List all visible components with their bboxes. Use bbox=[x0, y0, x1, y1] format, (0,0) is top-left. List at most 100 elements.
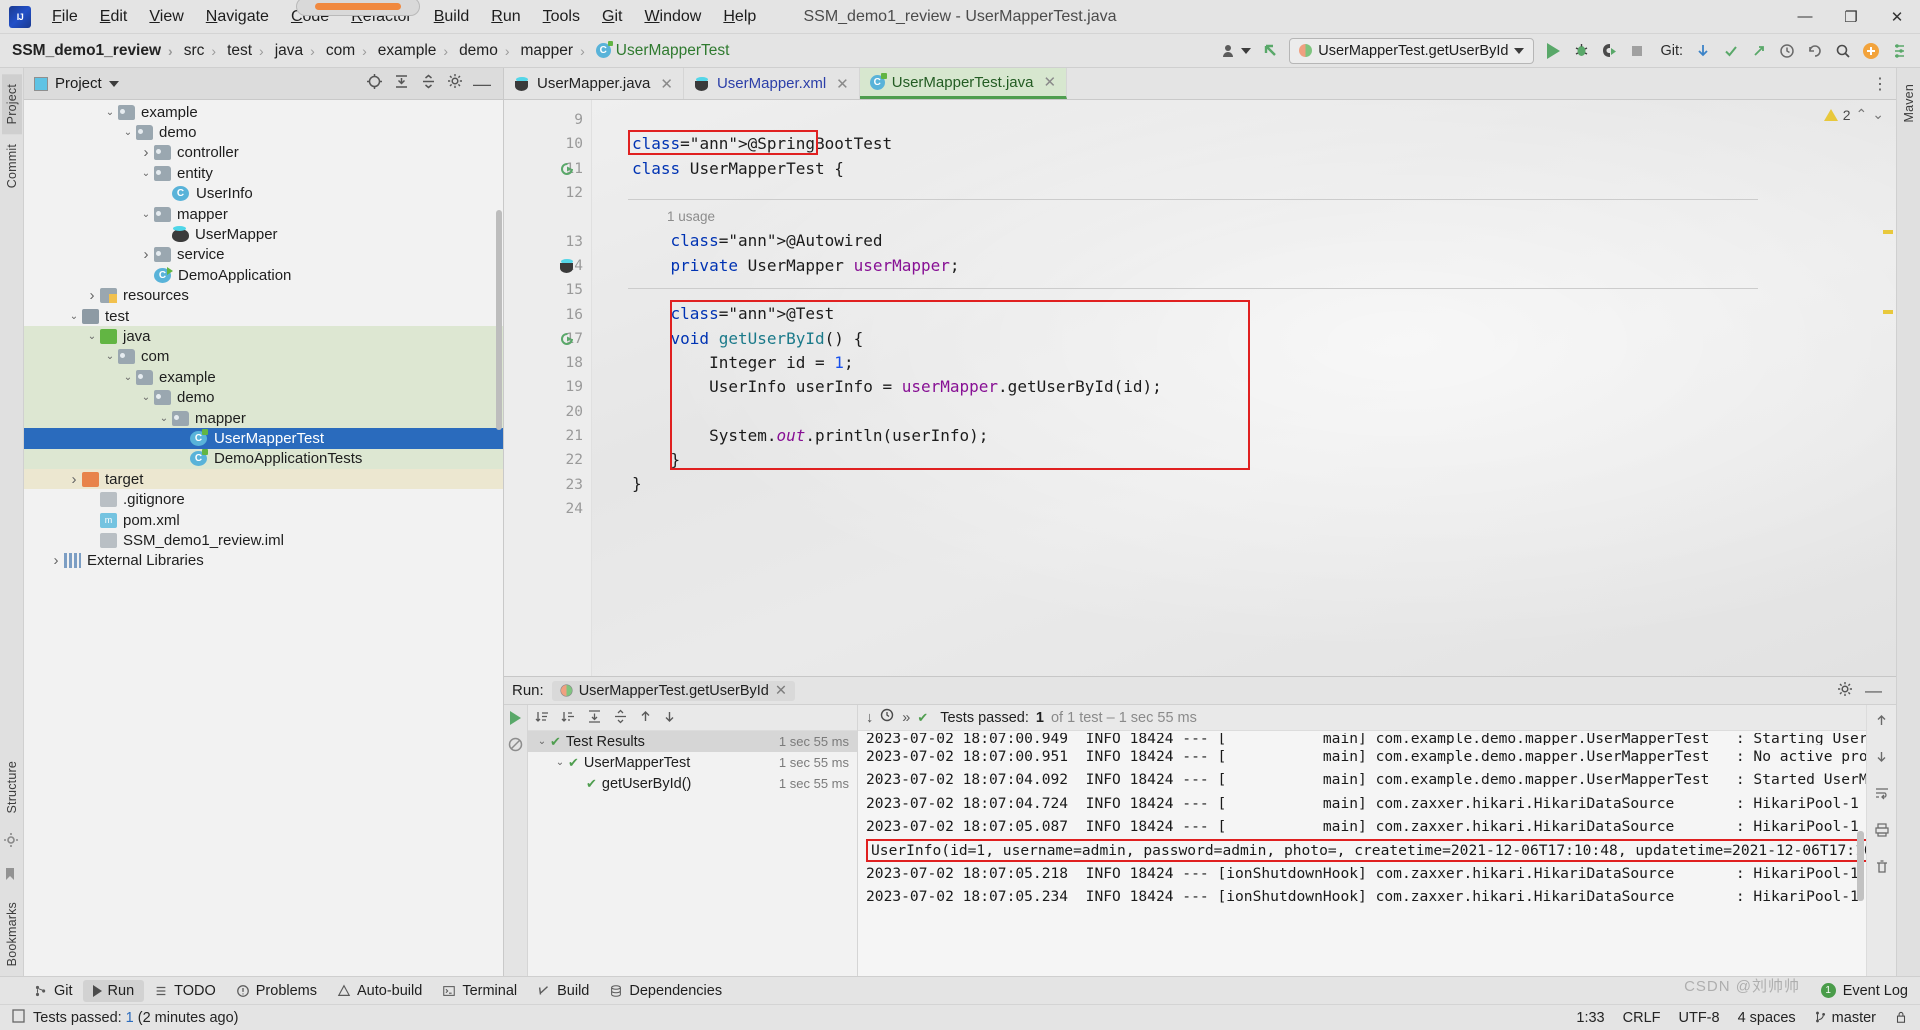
tree-item-service[interactable]: › service bbox=[24, 245, 503, 265]
tree-item-controller[interactable]: › controller bbox=[24, 143, 503, 163]
expand-collapse-icon[interactable] bbox=[420, 73, 437, 95]
tree-item-mapper[interactable]: ⌄ mapper bbox=[24, 204, 503, 224]
menu-tools[interactable]: Tools bbox=[532, 4, 591, 30]
chevron-down-icon[interactable]: ⌄ bbox=[534, 736, 550, 747]
event-log-button[interactable]: 1 Event Log bbox=[1820, 983, 1920, 999]
project-tree-scrollbar[interactable] bbox=[496, 210, 502, 430]
menu-build[interactable]: Build bbox=[423, 4, 481, 30]
run-gutter-icon[interactable] bbox=[560, 331, 575, 346]
chevron-right-icon[interactable]: › bbox=[138, 144, 154, 161]
editor-marker-warning[interactable] bbox=[1883, 230, 1893, 234]
tree-item-demo[interactable]: ⌄ demo bbox=[24, 387, 503, 408]
chevron-right-icon[interactable]: › bbox=[84, 287, 100, 304]
breadcrumb-item-7[interactable]: mapper › bbox=[519, 40, 594, 62]
run-gutter-icon[interactable] bbox=[560, 161, 575, 176]
toolwindow-run[interactable]: Run bbox=[82, 979, 145, 1002]
tree-item-demo[interactable]: ⌄ demo bbox=[24, 122, 503, 142]
collapse-all-icon[interactable] bbox=[393, 73, 410, 95]
maximize-button[interactable]: ❐ bbox=[1828, 0, 1874, 34]
sidebar-item-structure[interactable]: Structure bbox=[2, 751, 22, 824]
chevron-down-icon[interactable]: ⌄ bbox=[120, 127, 136, 138]
chevron-down-icon[interactable]: ⌄ bbox=[156, 413, 172, 424]
console-scrollbar[interactable] bbox=[1857, 831, 1864, 901]
close-icon[interactable]: ✕ bbox=[1043, 73, 1056, 91]
sort-duration-icon[interactable] bbox=[561, 709, 576, 727]
tree-item-test[interactable]: ⌄ test bbox=[24, 306, 503, 326]
tree-item-mapper[interactable]: ⌄ mapper bbox=[24, 407, 503, 429]
tab-usermapper-xml[interactable]: UserMapper.xml ✕ bbox=[684, 68, 860, 99]
search-icon[interactable] bbox=[1830, 38, 1856, 64]
tree-item-demoapplicationtests[interactable]: C DemoApplicationTests bbox=[24, 448, 503, 470]
chevron-down-icon[interactable]: ⌄ bbox=[138, 168, 154, 179]
project-panel-title-group[interactable]: Project bbox=[30, 75, 119, 92]
user-icon[interactable] bbox=[1218, 38, 1255, 64]
back-arrow-icon[interactable] bbox=[1257, 38, 1283, 64]
breadcrumb-item-1[interactable]: src › bbox=[182, 40, 225, 62]
indent-setting[interactable]: 4 spaces bbox=[1738, 1010, 1796, 1026]
rerun-icon[interactable] bbox=[510, 711, 521, 725]
chevron-down-icon[interactable]: ⌄ bbox=[1872, 106, 1884, 123]
soft-wrap-icon[interactable] bbox=[1874, 785, 1890, 806]
tree-item-com[interactable]: ⌄ com bbox=[24, 346, 503, 368]
settings-gear-icon[interactable] bbox=[3, 832, 21, 850]
toolwindow-git[interactable]: Git bbox=[24, 980, 83, 1002]
test-tree-item[interactable]: ⌄ ✔ Test Results 1 sec 55 ms bbox=[528, 731, 857, 752]
plus-icon[interactable] bbox=[1858, 38, 1884, 64]
tree-item-usermapper[interactable]: UserMapper bbox=[24, 224, 503, 244]
sidebar-item-project[interactable]: Project bbox=[1, 74, 22, 135]
chevron-down-icon[interactable]: ⌄ bbox=[120, 372, 136, 383]
next-failed-icon[interactable] bbox=[663, 710, 676, 726]
menu-edit[interactable]: Edit bbox=[89, 4, 139, 30]
tree-item-pom-xml[interactable]: m pom.xml bbox=[24, 510, 503, 530]
settings-icon[interactable] bbox=[1886, 38, 1912, 64]
clear-all-icon[interactable] bbox=[1874, 859, 1890, 880]
toolwindow-dependencies[interactable]: Dependencies bbox=[599, 980, 732, 1002]
test-tree-item[interactable]: ⌄ ✔ UserMapperTest 1 sec 55 ms bbox=[528, 752, 857, 773]
breadcrumb-item-3[interactable]: java › bbox=[273, 40, 324, 62]
tree-item-java[interactable]: ⌄ java bbox=[24, 326, 503, 347]
tab-usermapper-java[interactable]: UserMapper.java ✕ bbox=[504, 68, 684, 99]
update-project-icon[interactable] bbox=[1690, 38, 1716, 64]
tree-item-userinfo[interactable]: C UserInfo bbox=[24, 184, 503, 204]
bean-gutter-icon[interactable] bbox=[559, 258, 575, 273]
chevron-right-icon[interactable]: › bbox=[48, 552, 64, 569]
chevron-down-icon[interactable]: ⌄ bbox=[84, 331, 100, 342]
more-options-icon[interactable]: » bbox=[902, 710, 910, 726]
breadcrumb-item-2[interactable]: test › bbox=[225, 40, 273, 62]
toolwindow-autobuild[interactable]: Auto-build bbox=[327, 980, 432, 1002]
tree-item-example[interactable]: ⌄ example bbox=[24, 102, 503, 122]
tree-item-usermappertest[interactable]: C UserMapperTest bbox=[24, 428, 503, 449]
close-icon[interactable]: ✕ bbox=[775, 683, 787, 699]
history-icon[interactable] bbox=[1774, 38, 1800, 64]
scroll-down-icon[interactable] bbox=[1874, 749, 1889, 769]
breadcrumb-item-active[interactable]: C UserMapperTest bbox=[594, 40, 732, 62]
sidebar-item-maven[interactable]: Maven bbox=[1899, 74, 1919, 133]
tree-item-target[interactable]: › target bbox=[24, 469, 503, 490]
tree-item-external-libraries[interactable]: › External Libraries bbox=[24, 551, 503, 571]
minimize-button[interactable]: — bbox=[1782, 0, 1828, 34]
rollback-icon[interactable] bbox=[1802, 38, 1828, 64]
stop-button[interactable] bbox=[1624, 38, 1650, 64]
toolwindow-build[interactable]: Build bbox=[527, 980, 599, 1002]
chevron-down-icon[interactable]: ⌄ bbox=[138, 209, 154, 220]
toolwindow-problems[interactable]: Problems bbox=[226, 980, 327, 1002]
file-encoding[interactable]: UTF-8 bbox=[1679, 1010, 1720, 1026]
collapse-all-icon[interactable] bbox=[613, 709, 628, 727]
tab-usermappertest-java[interactable]: C UserMapperTest.java ✕ bbox=[859, 68, 1068, 99]
test-tree-item[interactable]: ✔ getUserById() 1 sec 55 ms bbox=[528, 773, 857, 794]
menu-run[interactable]: Run bbox=[480, 4, 531, 30]
branch-indicator[interactable]: master bbox=[1814, 1010, 1876, 1026]
run-button[interactable] bbox=[1540, 38, 1566, 64]
expand-all-icon[interactable] bbox=[587, 709, 602, 727]
close-icon[interactable]: ✕ bbox=[660, 75, 673, 93]
coverage-button[interactable] bbox=[1596, 38, 1622, 64]
breadcrumb-item-0[interactable]: SSM_demo1_review › bbox=[10, 40, 182, 62]
down-arrow-icon[interactable]: ↓ bbox=[866, 710, 873, 726]
scroll-from-source-icon[interactable] bbox=[366, 73, 383, 95]
lock-icon[interactable] bbox=[1894, 1010, 1908, 1026]
editor-marker-warning-2[interactable] bbox=[1883, 310, 1893, 314]
chevron-down-icon[interactable]: ⌄ bbox=[66, 311, 82, 322]
menu-git[interactable]: Git bbox=[591, 4, 633, 30]
stop-icon[interactable] bbox=[508, 737, 523, 757]
settings-icon[interactable] bbox=[1837, 681, 1853, 701]
